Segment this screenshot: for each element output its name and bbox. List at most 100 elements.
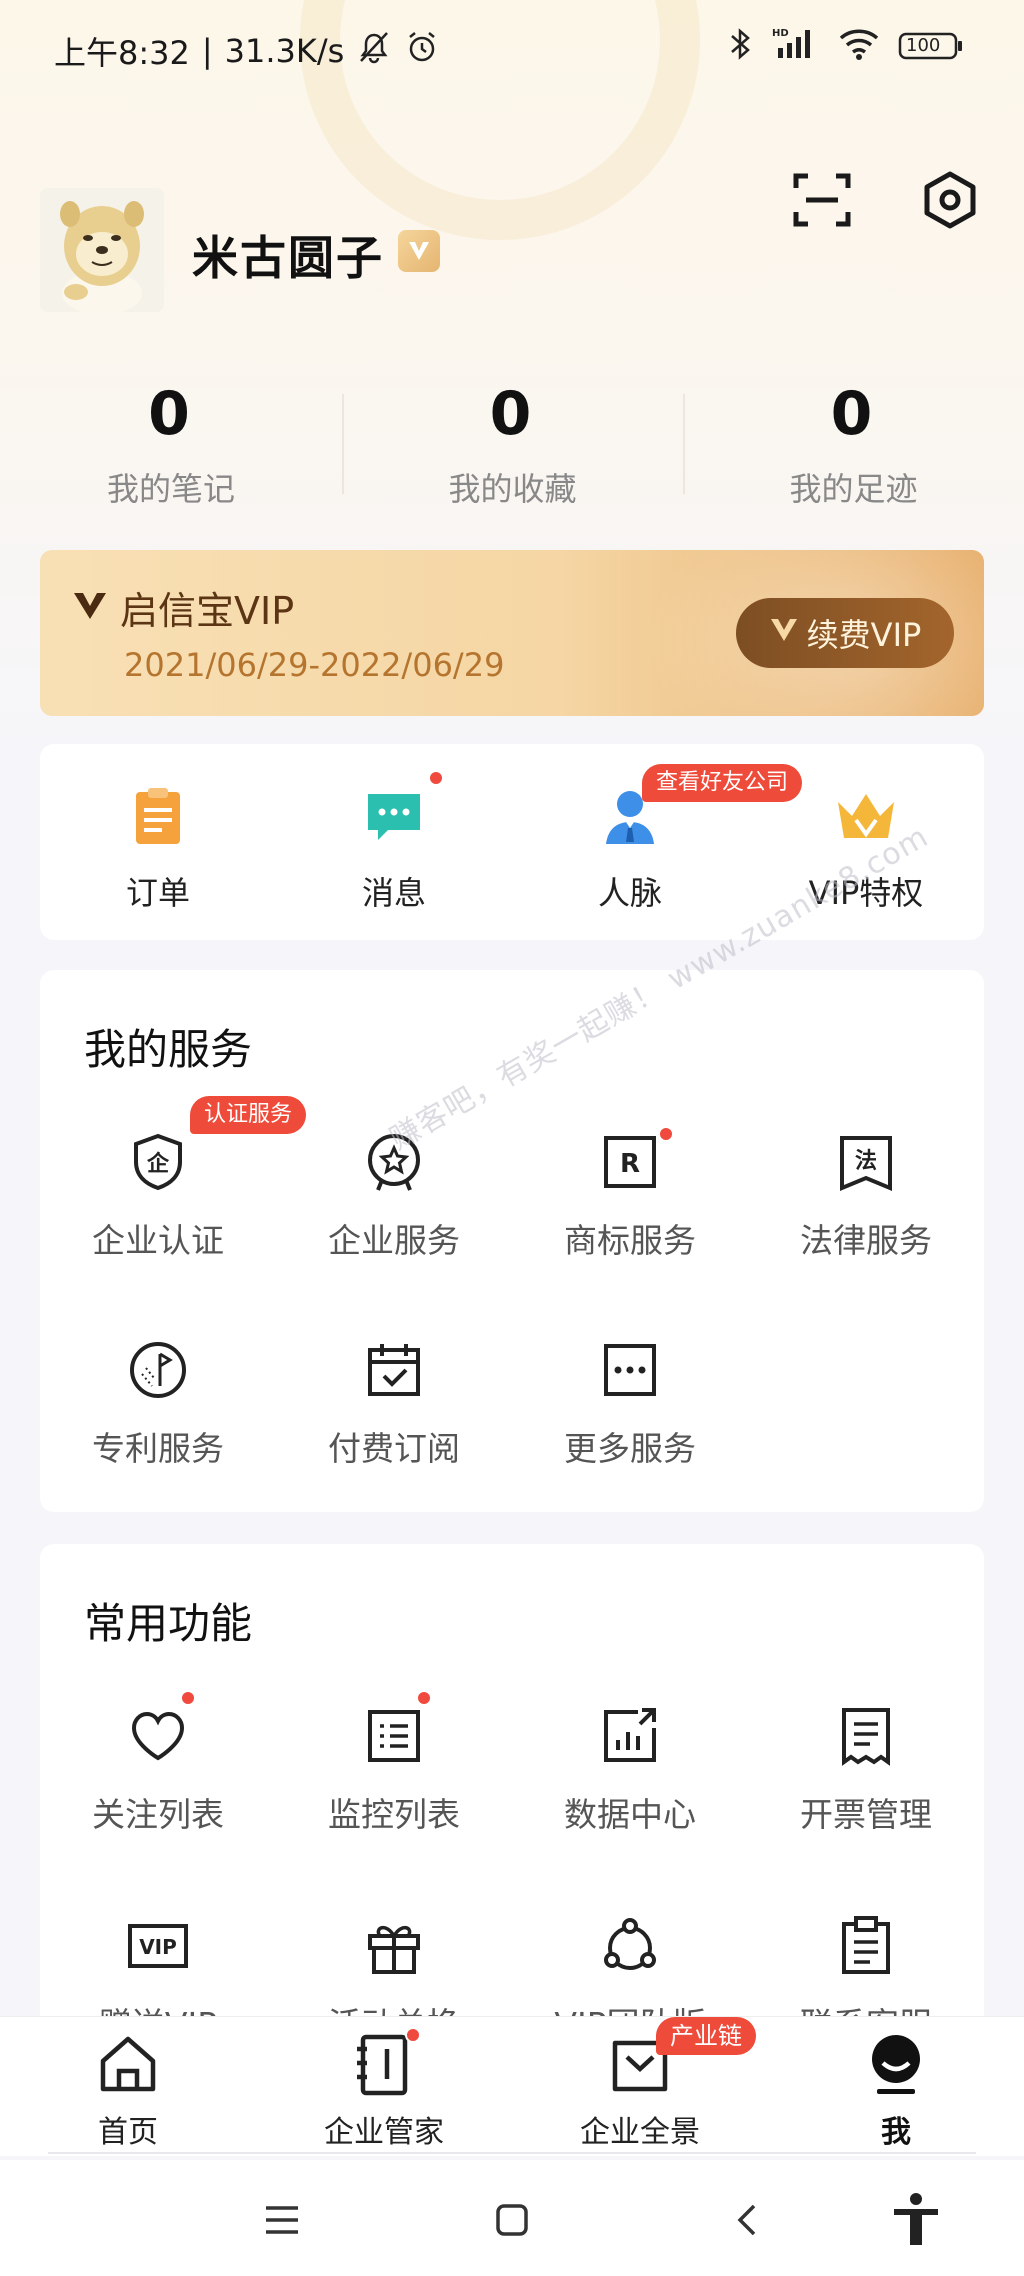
function-label: 数据中心 [564, 1795, 696, 1834]
order-icon [126, 784, 190, 848]
function-follow-list[interactable]: 关注列表 [40, 1690, 276, 1836]
signal-icon: HD [772, 26, 820, 66]
svg-text:HD: HD [772, 28, 789, 39]
avatar[interactable] [40, 188, 164, 312]
nav-divider [48, 2152, 976, 2154]
tab-label: 企业全景 [580, 2115, 700, 2150]
status-separator: | [201, 32, 213, 70]
tab-home[interactable]: 首页 [38, 2031, 218, 2151]
home-button-icon[interactable] [486, 2194, 538, 2246]
service-enterprise-services[interactable]: 企业服务 [276, 1130, 512, 1262]
quick-action-contacts[interactable]: 查看好友公司 人脉 [512, 764, 803, 914]
back-icon[interactable] [722, 2194, 774, 2246]
service-paid-subscription[interactable]: 付费订阅 [276, 1338, 512, 1470]
stat-footprints[interactable]: 0 我的足迹 [683, 376, 1024, 516]
gift-icon [362, 1914, 426, 1978]
unread-dot [428, 770, 444, 786]
vip-gift-icon: VIP [126, 1914, 190, 1978]
trademark-icon: R [598, 1126, 674, 1194]
invoice-icon [834, 1704, 898, 1768]
quick-actions-card: 订单 消息 查看好友公司 人脉 VIP特权 [40, 744, 984, 940]
mute-bell-icon [356, 29, 392, 73]
service-label: 商标服务 [564, 1221, 696, 1260]
vip-title-row: 启信宝VIP [72, 580, 294, 635]
function-invoice-management[interactable]: 开票管理 [748, 1704, 984, 1836]
accessibility-icon[interactable] [890, 2193, 942, 2246]
tab-label: 我 [881, 2115, 911, 2150]
renew-vip-button[interactable]: 续费VIP [736, 598, 954, 668]
vip-card[interactable]: 启信宝VIP 2021/06/29-2022/06/29 续费VIP [40, 550, 984, 716]
certification-badge: 认证服务 [190, 1096, 307, 1134]
function-label: 关注列表 [92, 1795, 224, 1834]
function-monitor-list[interactable]: 监控列表 [276, 1690, 512, 1836]
unread-dot [658, 1126, 674, 1142]
stat-label: 我的足迹 [789, 470, 918, 508]
svg-text:R: R [620, 1149, 640, 1179]
vip-title: 启信宝VIP [120, 589, 295, 633]
battery-icon: 100 [898, 31, 964, 61]
stat-label: 我的收藏 [448, 470, 577, 508]
quick-action-label: 人脉 [597, 874, 662, 912]
function-label: 开票管理 [800, 1795, 932, 1834]
data-center-icon [598, 1704, 662, 1768]
battery-level: 100 [906, 35, 941, 56]
message-icon [362, 770, 444, 848]
law-icon: 法 [834, 1130, 898, 1194]
function-data-center[interactable]: 数据中心 [512, 1704, 748, 1836]
svg-text:企: 企 [146, 1151, 170, 1177]
tab-enterprise-panorama[interactable]: 产业链 企业全景 [550, 2017, 756, 2151]
common-functions-title: 常用功能 [84, 1599, 253, 1648]
quick-action-message[interactable]: 消息 [276, 770, 512, 914]
industry-chain-badge: 产业链 [656, 2017, 756, 2055]
stat-value: 0 [148, 379, 190, 449]
username: 米古圆子 [192, 231, 384, 285]
heart-icon [126, 1690, 196, 1768]
me-icon [863, 2031, 929, 2097]
patent-icon [126, 1338, 190, 1402]
service-label: 企业认证 [92, 1221, 224, 1260]
unread-dot [405, 2027, 421, 2043]
service-patent[interactable]: 专利服务 [40, 1338, 276, 1470]
settings-icon[interactable] [918, 168, 982, 232]
vip-logo-icon [72, 586, 108, 630]
stat-label: 我的笔记 [106, 470, 235, 508]
function-label: 监控列表 [328, 1795, 460, 1834]
svg-text:法: 法 [855, 1149, 877, 1174]
status-bar: 上午8:32 | 31.3K/s HD 100 [0, 0, 1024, 100]
scan-icon[interactable] [790, 168, 854, 232]
stat-favorites[interactable]: 0 我的收藏 [342, 376, 683, 516]
alarm-icon [404, 29, 440, 73]
shield-icon: 企 [126, 1130, 190, 1194]
status-network-speed: 31.3K/s [224, 32, 345, 70]
unread-dot [180, 1690, 196, 1706]
more-icon [598, 1338, 662, 1402]
tab-label: 企业管家 [324, 2115, 444, 2150]
stat-notes[interactable]: 0 我的笔记 [0, 376, 342, 516]
tab-me[interactable]: 我 [806, 2031, 986, 2151]
team-icon [598, 1914, 662, 1978]
renew-vip-label: 续费VIP [806, 616, 922, 654]
system-navigation-bar [0, 2160, 1024, 2276]
notebook-icon [351, 2027, 421, 2097]
service-label: 更多服务 [564, 1429, 696, 1468]
service-more[interactable]: 更多服务 [512, 1338, 748, 1470]
tab-enterprise-manager[interactable]: 企业管家 [294, 2027, 474, 2151]
service-enterprise-certification[interactable]: 企 认证服务 企业认证 [40, 1096, 307, 1262]
service-trademark[interactable]: R 商标服务 [512, 1126, 748, 1262]
status-time: 上午8:32 [54, 34, 190, 72]
common-functions-card: 常用功能 关注列表 监控列表 数据中心 开票管理 VIP [40, 1544, 984, 2064]
service-label: 付费订阅 [328, 1429, 460, 1468]
bluetooth-icon [728, 26, 754, 66]
menu-icon[interactable] [256, 2194, 308, 2246]
unread-dot [416, 1690, 432, 1706]
stats-row: 0 我的笔记 0 我的收藏 0 我的足迹 [0, 376, 1024, 516]
svg-text:VIP: VIP [139, 1935, 177, 1959]
service-label: 专利服务 [92, 1429, 224, 1468]
quick-action-order[interactable]: 订单 [40, 784, 276, 914]
stat-value: 0 [489, 379, 532, 449]
service-label: 法律服务 [800, 1221, 932, 1260]
quick-action-label: 消息 [361, 874, 426, 912]
service-legal[interactable]: 法 法律服务 [748, 1130, 984, 1262]
home-icon [95, 2031, 161, 2097]
calendar-check-icon [362, 1338, 426, 1402]
